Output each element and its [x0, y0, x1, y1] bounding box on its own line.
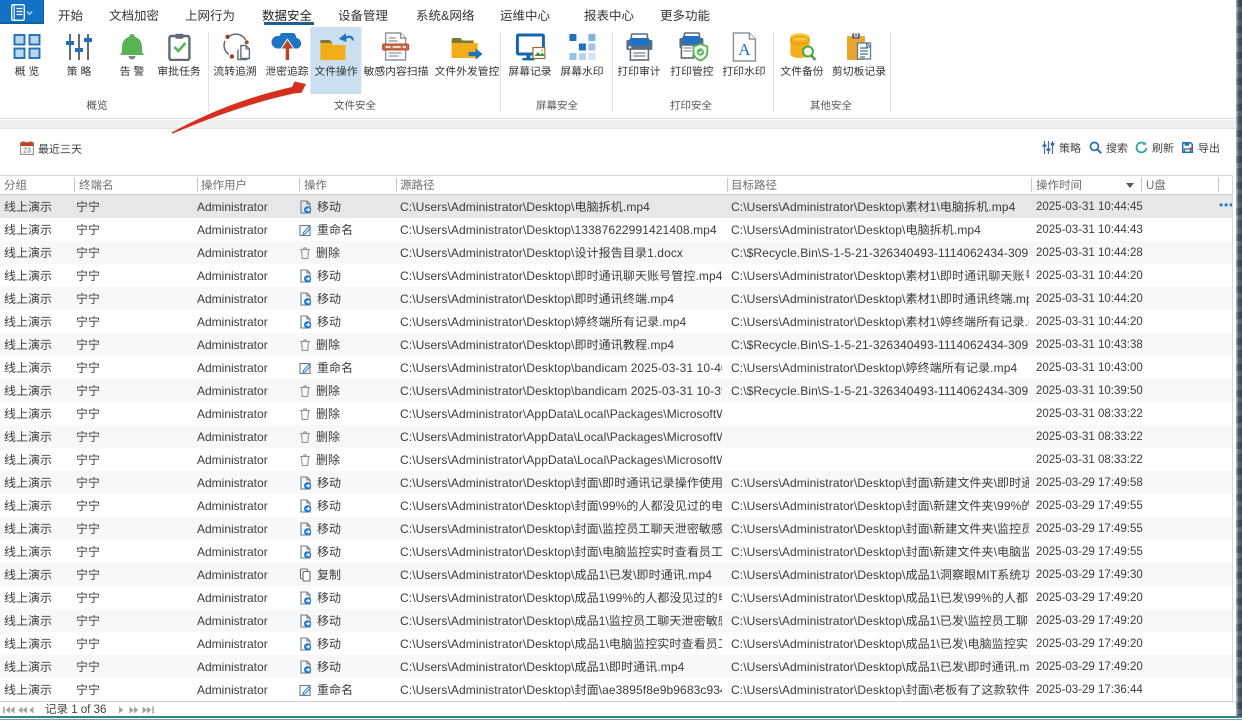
svg-text:23: 23 [23, 148, 31, 155]
svg-text:A: A [738, 40, 751, 59]
